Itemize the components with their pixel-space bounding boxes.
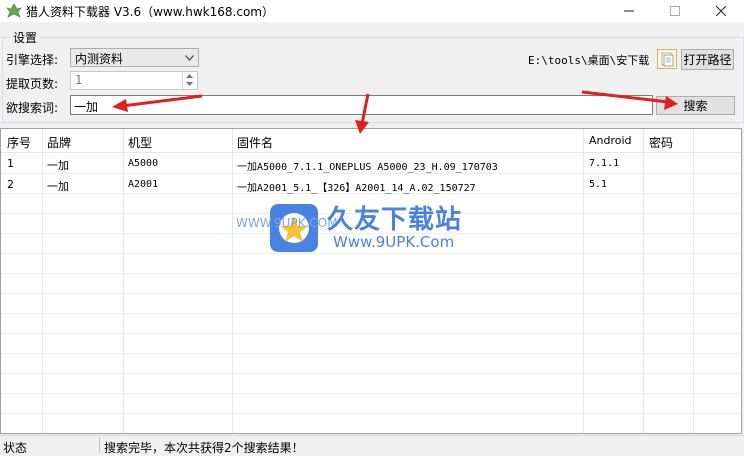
column-divider	[693, 129, 694, 433]
row-divider	[1, 313, 741, 314]
table-header: 序号 品牌 机型 固件名 Android 密码	[1, 129, 741, 153]
watermark-url: Www.9UPK.Com	[333, 233, 455, 251]
column-divider	[123, 129, 124, 433]
column-divider	[643, 129, 644, 433]
search-input-value: 一加	[74, 100, 99, 114]
column-header-password[interactable]: 密码	[649, 134, 673, 151]
close-button[interactable]	[698, 0, 744, 22]
row-divider	[1, 353, 741, 354]
results-table[interactable]: 序号 品牌 机型 固件名 Android 密码 1 一加 A5000 一加A50…	[0, 128, 742, 434]
column-header-brand[interactable]: 品牌	[47, 134, 71, 151]
stepper-buttons[interactable]	[182, 72, 197, 89]
folder-icon	[661, 52, 674, 67]
choose-folder-button[interactable]	[657, 49, 677, 69]
watermark-side-text: WWW.9UPK.COM	[236, 216, 338, 230]
column-divider	[583, 129, 584, 433]
arrow-down-icon[interactable]	[186, 82, 193, 86]
row-1-firmware[interactable]: 一加A5000_7.1.1_ONEPLUS A5000_23_H.09_1707…	[237, 158, 498, 173]
title-bar: 猎人资料下载器 V3.6（www.hwk168.com）	[0, 0, 744, 22]
row-1-android[interactable]: 7.1.1	[589, 158, 619, 169]
row-divider	[1, 293, 741, 294]
minimize-icon	[624, 10, 634, 12]
column-header-index[interactable]: 序号	[7, 134, 31, 151]
download-path: E:\tools\桌面\安下载	[528, 54, 650, 67]
row-2-model[interactable]: A2001	[128, 179, 158, 190]
maximize-button[interactable]	[652, 0, 698, 22]
window-title: 猎人资料下载器 V3.6（www.hwk168.com）	[26, 5, 274, 19]
maximize-icon	[670, 6, 680, 16]
open-path-button[interactable]: 打开路径	[681, 49, 734, 70]
settings-group-label: 设置	[10, 29, 41, 46]
status-label: 状态	[3, 441, 28, 455]
column-divider	[232, 129, 233, 433]
row-1-model[interactable]: A5000	[128, 158, 158, 169]
watermark-site-name: 久友下载站	[327, 205, 463, 235]
row-2-brand[interactable]: 一加	[47, 178, 69, 194]
column-header-android[interactable]: Android	[589, 134, 632, 147]
row-1-brand[interactable]: 一加	[47, 157, 69, 173]
search-input[interactable]: 一加	[70, 95, 653, 115]
pages-label: 提取页数:	[6, 77, 59, 91]
row-divider	[1, 273, 741, 274]
status-separator	[99, 437, 100, 453]
row-divider	[1, 413, 741, 414]
chevron-down-icon	[185, 55, 194, 61]
watermark: WWW.9UPK.COM 久友下载站 Www.9UPK.Com	[232, 193, 532, 263]
close-icon	[716, 6, 726, 16]
minimize-button[interactable]	[606, 0, 652, 22]
arrow-up-icon[interactable]	[186, 74, 193, 78]
engine-select[interactable]: 内测资料	[70, 48, 199, 67]
column-header-firmware[interactable]: 固件名	[237, 134, 273, 151]
row-1-index[interactable]: 1	[7, 157, 14, 170]
keyword-label: 欲搜索词:	[6, 101, 59, 115]
row-2-firmware[interactable]: 一加A2001_5.1_【326】A2001_14_A.02_150727	[237, 179, 476, 194]
pages-value: 1	[75, 73, 83, 87]
row-divider	[1, 333, 741, 334]
status-message: 搜索完毕，本次共获得2个搜索结果！	[104, 441, 304, 455]
column-header-model[interactable]: 机型	[128, 134, 152, 151]
status-bar: 状态 搜索完毕，本次共获得2个搜索结果！	[0, 435, 744, 455]
pages-stepper[interactable]: 1	[70, 71, 198, 90]
row-2-android[interactable]: 5.1	[589, 179, 607, 190]
app-icon	[6, 3, 22, 18]
row-2-index[interactable]: 2	[7, 178, 14, 191]
row-divider	[1, 373, 741, 374]
search-button[interactable]: 搜索	[656, 96, 735, 115]
column-divider	[42, 129, 43, 433]
row-divider	[1, 393, 741, 394]
engine-label: 引擎选择:	[6, 53, 59, 67]
engine-select-value: 内测资料	[75, 52, 124, 66]
row-divider	[1, 173, 741, 174]
